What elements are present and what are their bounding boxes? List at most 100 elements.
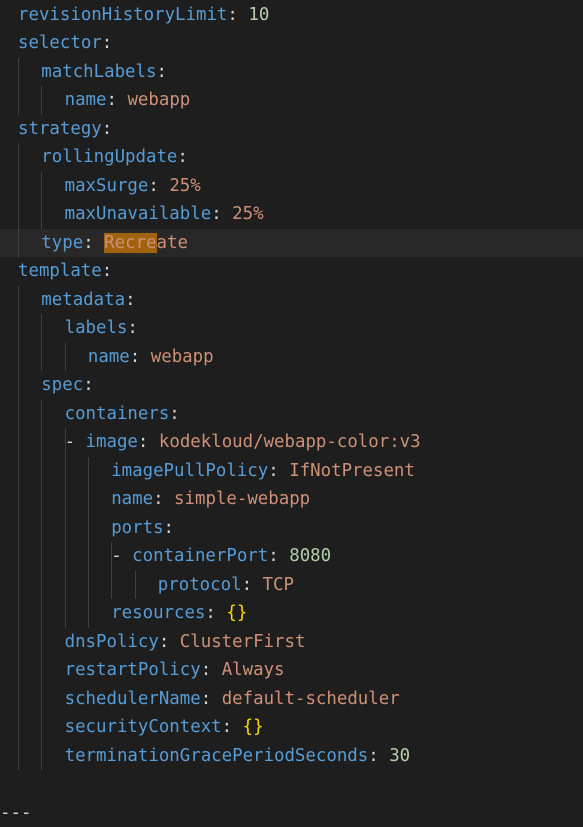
code-line[interactable]: name: webapp — [0, 86, 583, 115]
code-line[interactable]: schedulerName: default-scheduler — [0, 685, 583, 714]
colon: : — [159, 632, 169, 652]
yaml-key: selector — [18, 33, 102, 53]
line-content: revisionHistoryLimit: 10 — [18, 1, 269, 30]
colon: : — [106, 90, 116, 110]
code-editor[interactable]: revisionHistoryLimit: 10selector:matchLa… — [0, 0, 583, 816]
indent-guide — [18, 599, 19, 628]
yaml-key: strategy — [18, 119, 102, 139]
line-content: dnsPolicy: ClusterFirst — [65, 628, 306, 657]
code-line[interactable]: containers: — [0, 400, 583, 429]
yaml-key: maxUnavailable — [65, 204, 212, 224]
indent-guide — [18, 86, 19, 115]
indent-guide — [18, 143, 19, 172]
yaml-value: 10 — [248, 5, 269, 25]
code-line[interactable]: name: simple-webapp — [0, 485, 583, 514]
indent-guide — [41, 628, 42, 657]
line-content: schedulerName: default-scheduler — [65, 685, 400, 714]
colon: : — [169, 404, 179, 424]
line-content: maxSurge: 25% — [65, 172, 201, 201]
code-line[interactable]: selector: — [0, 29, 583, 58]
indent-guide — [41, 542, 42, 571]
code-line[interactable]: template: — [0, 257, 583, 286]
colon: : — [227, 5, 237, 25]
code-line[interactable] — [0, 770, 583, 799]
code-line[interactable]: labels: — [0, 314, 583, 343]
code-line[interactable]: --- — [0, 799, 583, 827]
code-line[interactable]: resources: {} — [0, 599, 583, 628]
line-content: strategy: — [18, 115, 112, 144]
yaml-value: 25% — [232, 204, 263, 224]
colon: : — [201, 660, 211, 680]
yaml-value: default-scheduler — [222, 689, 400, 709]
indent-guide — [41, 599, 42, 628]
find-match-highlight: Recre — [104, 233, 156, 253]
code-line[interactable]: spec: — [0, 371, 583, 400]
line-content: securityContext: {} — [65, 713, 264, 742]
code-line[interactable]: securityContext: {} — [0, 713, 583, 742]
colon: : — [268, 461, 278, 481]
yaml-key: type — [41, 233, 83, 253]
yaml-key: protocol — [158, 575, 242, 595]
yaml-key: name — [88, 347, 130, 367]
code-line[interactable]: revisionHistoryLimit: 10 — [0, 1, 583, 30]
line-content: selector: — [18, 29, 112, 58]
line-content: metadata: — [41, 286, 135, 315]
colon: : — [205, 603, 215, 623]
code-line[interactable]: type: Recreate — [0, 229, 583, 258]
code-line[interactable]: imagePullPolicy: IfNotPresent — [0, 457, 583, 486]
colon: : — [125, 290, 135, 310]
yaml-key: securityContext — [65, 717, 222, 737]
indent-guide — [65, 514, 66, 543]
code-line[interactable]: maxUnavailable: 25% — [0, 200, 583, 229]
code-line[interactable]: dnsPolicy: ClusterFirst — [0, 628, 583, 657]
indent-guide — [18, 542, 19, 571]
line-content: restartPolicy: Always — [65, 656, 285, 685]
indent-guide — [65, 485, 66, 514]
indent-guide — [88, 485, 89, 514]
indent-guide — [65, 599, 66, 628]
colon: : — [222, 717, 232, 737]
indent-guide — [18, 628, 19, 657]
code-line[interactable]: ports: — [0, 514, 583, 543]
code-line[interactable]: terminationGracePeriodSeconds: 30 — [0, 742, 583, 771]
yaml-value: simple-webapp — [174, 489, 310, 509]
indent-guide — [18, 656, 19, 685]
indent-guide — [41, 400, 42, 429]
colon: : — [102, 261, 112, 281]
indent-guide — [41, 713, 42, 742]
code-line[interactable]: - containerPort: 8080 — [0, 542, 583, 571]
line-content: maxUnavailable: 25% — [65, 200, 264, 229]
code-line[interactable]: strategy: — [0, 115, 583, 144]
colon: : — [153, 489, 163, 509]
colon: : — [148, 176, 158, 196]
code-line[interactable]: protocol: TCP — [0, 571, 583, 600]
code-line[interactable]: rollingUpdate: — [0, 143, 583, 172]
yaml-value: 30 — [389, 746, 410, 766]
indent-guide — [18, 742, 19, 771]
code-line[interactable]: metadata: — [0, 286, 583, 315]
indent-guide — [41, 685, 42, 714]
colon: : — [83, 375, 93, 395]
indent-guide — [41, 343, 42, 372]
indent-guide — [18, 713, 19, 742]
code-line[interactable]: restartPolicy: Always — [0, 656, 583, 685]
line-content: imagePullPolicy: IfNotPresent — [111, 457, 415, 486]
code-line[interactable]: maxSurge: 25% — [0, 172, 583, 201]
indent-guide — [18, 200, 19, 229]
yaml-value: IfNotPresent — [289, 461, 415, 481]
yaml-value: webapp — [151, 347, 214, 367]
yaml-key: maxSurge — [65, 176, 149, 196]
code-line[interactable]: - image: kodekloud/webapp-color:v3 — [0, 428, 583, 457]
indent-guide — [65, 457, 66, 486]
line-content: type: Recreate — [41, 229, 188, 258]
yaml-key: metadata — [41, 290, 125, 310]
colon: : — [83, 233, 93, 253]
indent-guide — [88, 571, 89, 600]
indent-guide — [41, 485, 42, 514]
yaml-value: 8080 — [289, 546, 331, 566]
code-line[interactable]: name: webapp — [0, 343, 583, 372]
colon: : — [368, 746, 378, 766]
code-line[interactable]: matchLabels: — [0, 58, 583, 87]
indent-guide — [18, 400, 19, 429]
line-content: terminationGracePeriodSeconds: 30 — [65, 742, 411, 771]
